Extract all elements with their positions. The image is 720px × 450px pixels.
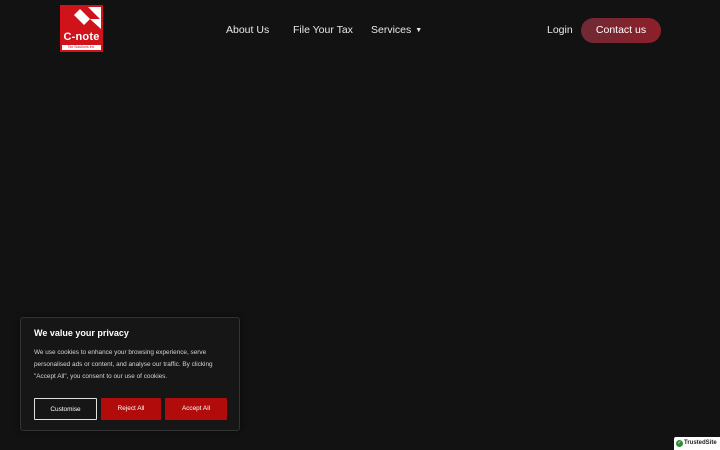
- nav-services[interactable]: Services ▼: [371, 22, 422, 38]
- cookie-title: We value your privacy: [34, 328, 129, 338]
- page: C-note Tax Solutions Inc. About Us File …: [0, 0, 720, 450]
- trusted-site-badge[interactable]: ✓ TrustedSite: [674, 437, 720, 450]
- cookie-consent-banner: We value your privacy We use cookies to …: [20, 317, 240, 431]
- logo-name: C-note: [63, 31, 100, 43]
- brand-logo[interactable]: C-note Tax Solutions Inc.: [60, 5, 103, 52]
- nav-about-us[interactable]: About Us: [226, 22, 269, 38]
- trusted-site-label: TrustedSite: [684, 440, 717, 446]
- logo-tagline: Tax Solutions Inc.: [62, 45, 101, 50]
- nav-file-your-tax[interactable]: File Your Tax: [293, 22, 353, 38]
- cookie-description: We use cookies to enhance your browsing …: [34, 349, 213, 380]
- login-link[interactable]: Login: [547, 22, 573, 38]
- check-circle-icon: ✓: [676, 440, 683, 447]
- nav-services-label: Services: [371, 24, 412, 36]
- accept-all-button[interactable]: Accept All: [165, 398, 227, 420]
- contact-us-button[interactable]: Contact us: [581, 18, 661, 43]
- reject-all-button[interactable]: Reject All: [101, 398, 161, 420]
- customise-button[interactable]: Customise: [34, 398, 97, 420]
- chevron-down-icon: ▼: [415, 27, 423, 34]
